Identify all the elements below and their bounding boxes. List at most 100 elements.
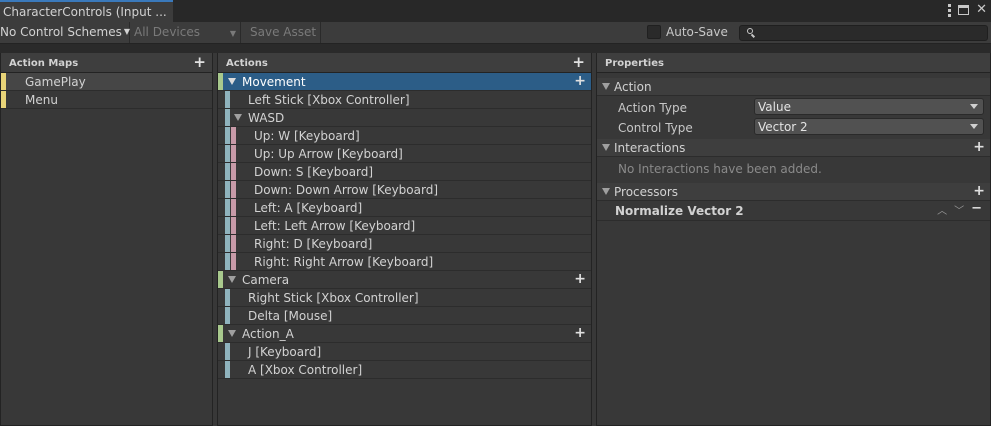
binding-row[interactable]: A [Xbox Controller] [218, 361, 591, 379]
part-label: Up: Up Arrow [Keyboard] [254, 147, 403, 161]
control-type-row: Control Type Vector 2 [597, 117, 990, 137]
part-color-bar [231, 253, 236, 270]
remove-icon[interactable]: − [971, 202, 982, 217]
part-color-bar [231, 163, 236, 180]
triangle-down-icon [602, 144, 610, 151]
part-color-bar [231, 145, 236, 162]
action-type-row: Action Type Value [597, 97, 990, 117]
binding-color-bar [225, 307, 230, 324]
action-type-dropdown[interactable]: Value [754, 98, 984, 115]
control-type-dropdown[interactable]: Vector 2 [754, 118, 984, 135]
binding-color-bar [225, 91, 230, 108]
panel-gap [0, 44, 991, 53]
binding-row[interactable]: Delta [Mouse] [218, 307, 591, 325]
composite-color-bar [225, 199, 230, 216]
actions-panel: Actions + Movement + Left Stick [Xbox Cont… [217, 53, 592, 426]
composite-part-row[interactable]: Left: A [Keyboard] [218, 199, 591, 217]
window-controls: ✕ [947, 3, 987, 17]
binding-row[interactable]: J [Keyboard] [218, 343, 591, 361]
action-row[interactable]: Action_A + [218, 325, 591, 343]
properties-title: Properties [605, 58, 664, 69]
auto-save-label: Auto-Save [666, 25, 728, 39]
action-label: Camera [242, 273, 290, 287]
chevron-down-icon [970, 124, 978, 129]
maximize-icon[interactable] [958, 5, 970, 15]
part-color-bar [231, 127, 236, 144]
auto-save-checkbox[interactable] [647, 25, 661, 39]
properties-panel: Properties Action Action Type Value Cont… [596, 53, 991, 426]
action-map-color-bar [1, 91, 6, 108]
search-input[interactable] [739, 25, 988, 41]
part-label: Right: D [Keyboard] [254, 237, 373, 251]
action-map-label: Menu [25, 93, 58, 107]
control-schemes-label: No Control Schemes [0, 25, 122, 39]
processor-row: Normalize Vector 2 ︿ ﹀ − [597, 201, 990, 221]
add-binding-icon[interactable]: + [574, 271, 586, 288]
composite-part-row[interactable]: Right: Right Arrow [Keyboard] [218, 253, 591, 271]
action-label: Action_A [242, 327, 294, 341]
action-maps-list: GamePlay Menu [1, 73, 212, 425]
control-schemes-dropdown[interactable]: No Control Schemes ▼ [0, 22, 130, 43]
binding-label: Delta [Mouse] [248, 309, 333, 323]
add-processor-icon[interactable]: + [973, 183, 985, 200]
processor-name: Normalize Vector 2 [615, 204, 744, 218]
actions-tree: Movement + Left Stick [Xbox Controller] WAS… [218, 73, 591, 425]
triangle-down-icon[interactable] [228, 330, 236, 337]
action-row[interactable]: Movement + [218, 73, 591, 91]
triangle-down-icon[interactable] [234, 114, 242, 121]
processors-section-title: Processors [614, 185, 679, 199]
interactions-empty-text: No Interactions have been added. [618, 162, 822, 176]
action-color-bar [218, 325, 223, 342]
composite-part-row[interactable]: Down: S [Keyboard] [218, 163, 591, 181]
add-binding-icon[interactable]: + [574, 325, 586, 342]
composite-part-row[interactable]: Right: D [Keyboard] [218, 235, 591, 253]
composite-color-bar [225, 253, 230, 270]
move-down-icon[interactable]: ﹀ [954, 202, 964, 217]
triangle-down-icon[interactable] [228, 276, 236, 283]
triangle-down-icon [602, 83, 610, 90]
part-label: Right: Right Arrow [Keyboard] [254, 255, 434, 269]
composite-color-bar [225, 145, 230, 162]
composite-part-row[interactable]: Up: W [Keyboard] [218, 127, 591, 145]
action-maps-header: Action Maps + [1, 53, 212, 73]
composite-part-row[interactable]: Up: Up Arrow [Keyboard] [218, 145, 591, 163]
part-color-bar [231, 181, 236, 198]
add-action-map-icon[interactable]: + [193, 53, 206, 71]
save-asset-button[interactable]: Save Asset [246, 22, 321, 43]
part-color-bar [231, 217, 236, 234]
processors-section[interactable]: Processors + [597, 183, 990, 201]
window-tab[interactable]: CharacterControls (Input ... [0, 0, 173, 22]
triangle-down-icon [602, 188, 610, 195]
action-map-item[interactable]: GamePlay [1, 73, 212, 91]
binding-color-bar [225, 289, 230, 306]
action-map-item[interactable]: Menu [1, 91, 212, 109]
composite-row[interactable]: WASD [218, 109, 591, 127]
binding-row[interactable]: Left Stick [Xbox Controller] [218, 91, 591, 109]
composite-color-bar [225, 217, 230, 234]
chevron-down-icon: ▼ [229, 29, 236, 38]
move-up-icon[interactable]: ︿ [937, 202, 947, 217]
interactions-section[interactable]: Interactions + [597, 139, 990, 157]
chevron-down-icon [970, 104, 978, 109]
add-binding-icon[interactable]: + [574, 73, 586, 90]
action-section[interactable]: Action [597, 78, 990, 96]
devices-dropdown[interactable]: All Devices ▼ [131, 22, 241, 43]
binding-row[interactable]: Right Stick [Xbox Controller] [218, 289, 591, 307]
add-interaction-icon[interactable]: + [973, 139, 985, 156]
binding-label: Right Stick [Xbox Controller] [248, 291, 419, 305]
devices-label: All Devices [134, 25, 200, 39]
composite-label: WASD [248, 111, 285, 125]
binding-color-bar [225, 361, 230, 378]
action-type-label: Action Type [618, 101, 687, 115]
composite-part-row[interactable]: Left: Left Arrow [Keyboard] [218, 217, 591, 235]
action-row[interactable]: Camera + [218, 271, 591, 289]
close-icon[interactable]: ✕ [976, 3, 987, 17]
add-action-icon[interactable]: + [572, 53, 585, 71]
composite-part-row[interactable]: Down: Down Arrow [Keyboard] [218, 181, 591, 199]
part-label: Down: S [Keyboard] [254, 165, 374, 179]
action-section-title: Action [614, 80, 652, 94]
binding-label: J [Keyboard] [248, 345, 322, 359]
more-options-icon[interactable] [947, 3, 951, 17]
action-maps-title: Action Maps [9, 58, 79, 69]
triangle-down-icon[interactable] [228, 78, 236, 85]
